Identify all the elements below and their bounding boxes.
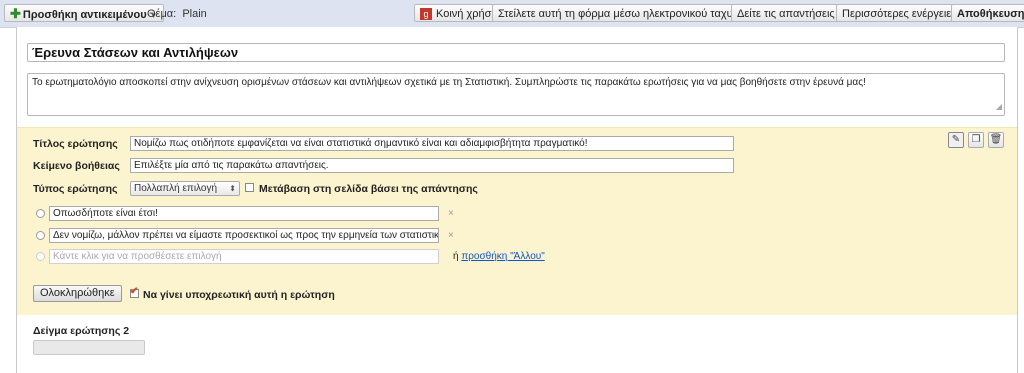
edit-question-button[interactable]: ✎: [948, 132, 964, 148]
question-title-input[interactable]: Νομίζω πως οτιδήποτε εμφανίζεται να είνα…: [130, 136, 734, 151]
remove-option-icon[interactable]: ×: [448, 208, 454, 219]
sample-question-label: Δείγμα ερώτησης 2: [33, 325, 130, 337]
page-navigation-checkbox[interactable]: [245, 183, 254, 192]
delete-question-button[interactable]: 🗑: [988, 132, 1004, 148]
form-editor: Έρευνα Στάσεων και Αντιλήψεων Το ερωτημα…: [16, 27, 1018, 373]
form-description-input[interactable]: Το ερωτηματολόγιο αποσκοπεί στην ανίχνευ…: [27, 73, 1005, 116]
pencil-icon: ✎: [951, 134, 961, 145]
option-radio: [36, 209, 45, 218]
save-button[interactable]: Αποθήκευση: [951, 4, 1024, 22]
resize-handle-icon[interactable]: ◢: [996, 100, 1002, 113]
option-radio: [36, 231, 45, 240]
help-text-label: Κείμενο βοήθειας: [33, 160, 120, 172]
duplicate-icon: ❐: [971, 134, 981, 145]
or-text: ή: [453, 251, 459, 262]
sample-question-input[interactable]: [33, 340, 145, 355]
add-item-button[interactable]: ✚ Προσθήκη αντικειμένου ▼: [4, 4, 164, 22]
theme-selector[interactable]: Θέμα: Plain: [147, 8, 207, 20]
duplicate-question-button[interactable]: ❐: [968, 132, 984, 148]
question-editor: ✎ ❐ 🗑 Τίτλος ερώτησης Νομίζω πως οτιδήπο…: [17, 127, 1017, 315]
option-radio: [36, 252, 45, 261]
question-title-label: Τίτλος ερώτησης: [33, 138, 118, 150]
question-type-select[interactable]: Πολλαπλή επιλογή ⬍: [130, 181, 240, 196]
done-button[interactable]: Ολοκληρώθηκε: [33, 285, 122, 302]
help-text-input[interactable]: Επιλέξτε μία από τις παρακάτω απαντήσεις…: [130, 158, 734, 173]
form-description-text: Το ερωτηματολόγιο αποσκοπεί στην ανίχνευ…: [32, 77, 866, 88]
required-checkbox[interactable]: [130, 286, 139, 298]
trash-icon: 🗑: [989, 134, 1003, 145]
remove-option-icon[interactable]: ×: [448, 230, 454, 241]
add-other-link[interactable]: προσθήκη "Άλλου": [461, 251, 544, 262]
google-share-icon: g: [420, 8, 432, 21]
option-input[interactable]: Δεν νομίζω, μάλλον πρέπει να είμαστε προ…: [49, 228, 439, 243]
page-navigation-label: Μετάβαση στη σελίδα βάσει της απάντησης: [259, 183, 478, 195]
see-responses-button[interactable]: Δείτε τις απαντήσεις▼: [731, 4, 852, 22]
question-type-label: Τύπος ερώτησης: [33, 183, 118, 195]
option-input[interactable]: Οπωσδήποτε είναι έτσι!: [49, 206, 439, 221]
plus-icon: ✚: [10, 6, 21, 21]
share-button[interactable]: g Κοινή χρήση: [414, 4, 504, 22]
top-toolbar: ✚ Προσθήκη αντικειμένου ▼ Θέμα: Plain g Κοι…: [0, 0, 1024, 28]
add-option-input[interactable]: Κάντε κλικ για να προσθέσετε επιλογή: [49, 249, 439, 264]
select-arrows-icon: ⬍: [229, 184, 236, 193]
add-other-row: ή προσθήκη "Άλλου": [453, 251, 545, 262]
required-label: Να γίνει υποχρεωτική αυτή η ερώτηση: [143, 289, 335, 301]
form-title-input[interactable]: Έρευνα Στάσεων και Αντιλήψεων: [27, 43, 1005, 62]
